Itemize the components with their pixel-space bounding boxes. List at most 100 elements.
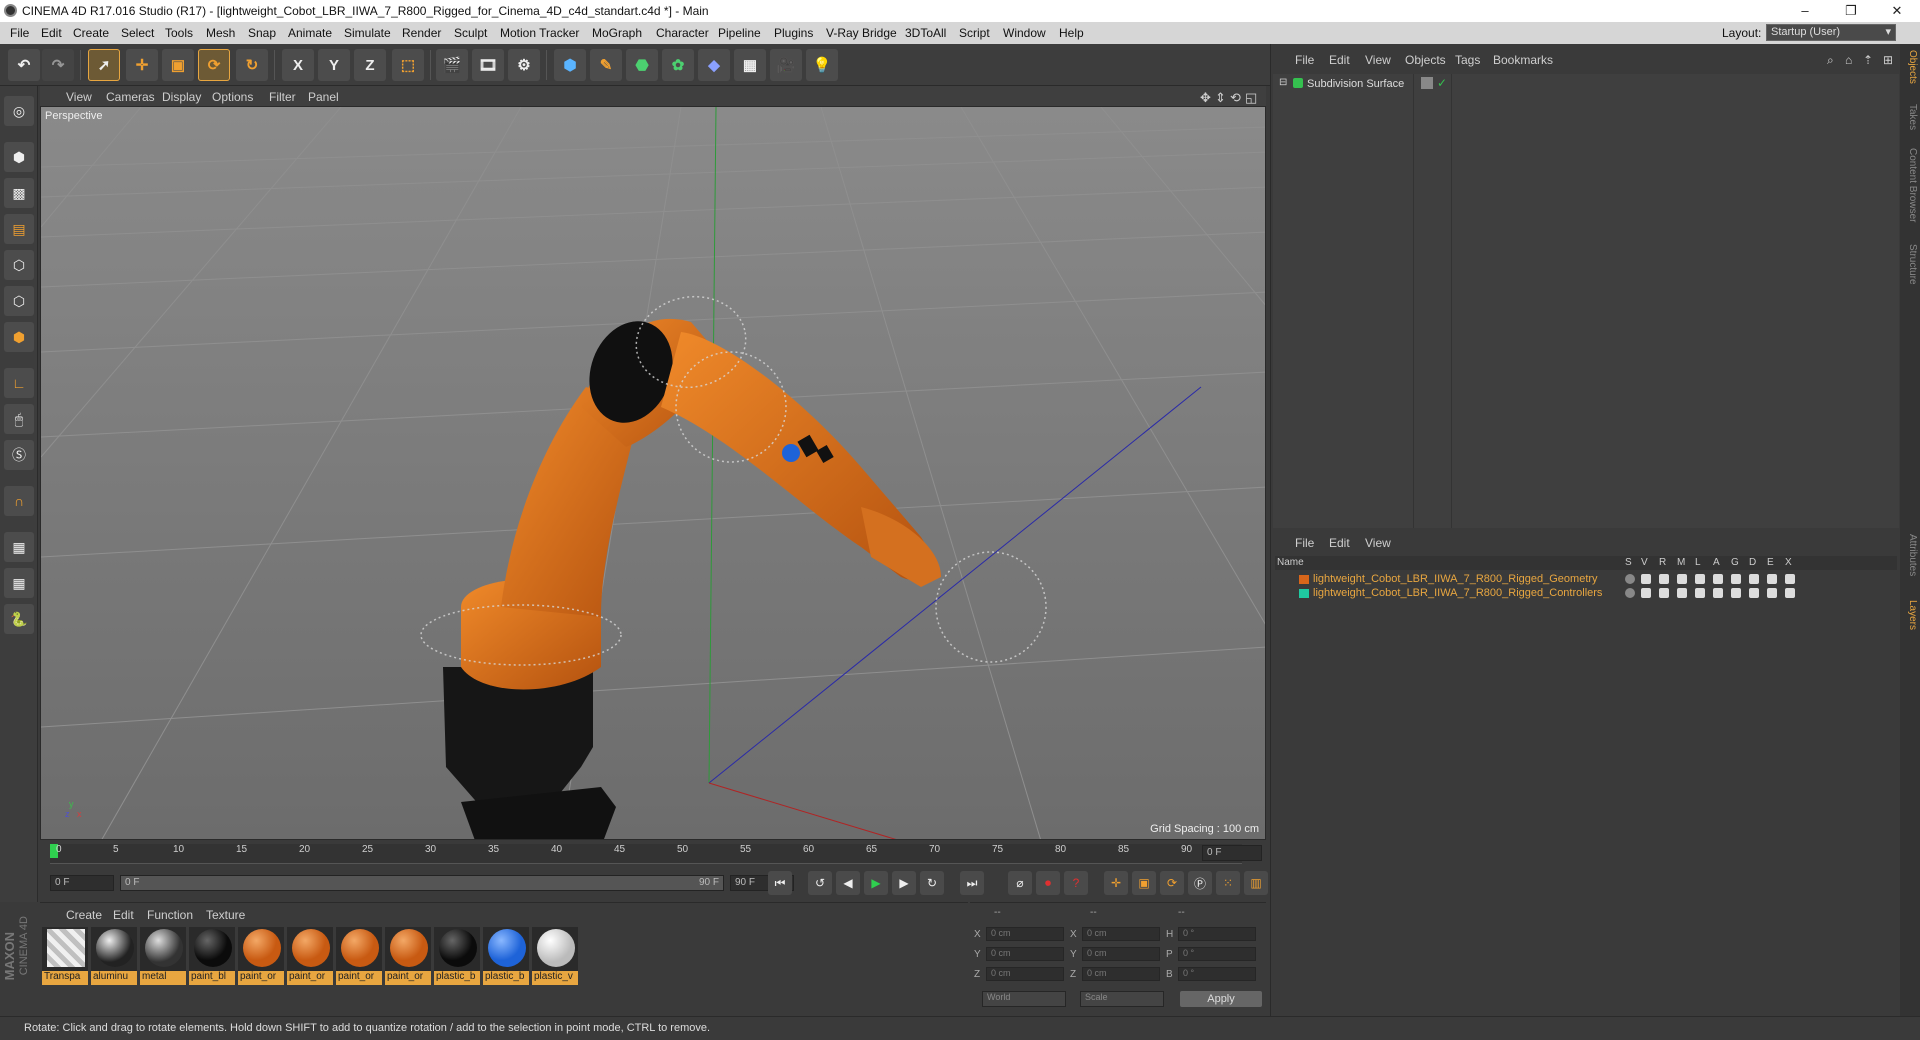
- coord-pos-z-field[interactable]: 0 cm: [986, 967, 1064, 981]
- viewport-menu-cameras[interactable]: Cameras: [106, 90, 155, 104]
- coord-pos-x-field[interactable]: 0 cm: [986, 927, 1064, 941]
- maximize-button[interactable]: ❐: [1828, 0, 1874, 22]
- material-menu-create[interactable]: Create: [66, 908, 102, 922]
- render-check-icon[interactable]: ✓: [1437, 76, 1447, 90]
- coord-size-z-field[interactable]: 0 cm: [1082, 967, 1160, 981]
- render-settings-button[interactable]: ⚙: [508, 49, 540, 81]
- timeline-scheme-button[interactable]: ▥: [1244, 871, 1268, 895]
- menu-tools[interactable]: Tools: [165, 26, 193, 40]
- key-scale-button[interactable]: ▣: [1132, 871, 1156, 895]
- column-x[interactable]: X: [1785, 557, 1792, 568]
- minimize-button[interactable]: –: [1782, 0, 1828, 22]
- coord-size-y-field[interactable]: 0 cm: [1082, 947, 1160, 961]
- viewport-menu-options[interactable]: Options: [212, 90, 253, 104]
- current-frame-field[interactable]: 0 F: [1202, 845, 1262, 861]
- generators-icon[interactable]: [1731, 574, 1741, 584]
- viewport-move-icon[interactable]: ✥: [1200, 90, 1211, 106]
- visible-icon[interactable]: [1641, 574, 1651, 584]
- viewport-perspective[interactable]: Perspective y x z Grid Spacing : 100 cm: [40, 106, 1266, 840]
- search-icon[interactable]: ⌕: [1827, 53, 1834, 68]
- viewport-rotate-icon[interactable]: ⟲: [1230, 90, 1241, 106]
- column-d[interactable]: D: [1749, 557, 1756, 568]
- texture-mode-button[interactable]: ▩: [4, 178, 34, 208]
- menu-motion-tracker[interactable]: Motion Tracker: [500, 26, 579, 40]
- animation-icon[interactable]: [1713, 588, 1723, 598]
- edit-check-icon[interactable]: [1421, 77, 1433, 89]
- object-menu-objects[interactable]: Objects: [1405, 53, 1446, 67]
- layer-menu-edit[interactable]: Edit: [1329, 536, 1350, 550]
- generators-icon[interactable]: [1731, 588, 1741, 598]
- object-menu-file[interactable]: File: [1295, 53, 1314, 67]
- object-menu-view[interactable]: View: [1365, 53, 1391, 67]
- expressions-icon[interactable]: [1767, 574, 1777, 584]
- y-axis-button[interactable]: Y: [318, 49, 350, 81]
- material-swatch[interactable]: paint_bl: [189, 927, 235, 985]
- column-m[interactable]: M: [1677, 557, 1685, 568]
- coord-size-mode-select[interactable]: Scale: [1080, 991, 1164, 1007]
- material-swatch[interactable]: paint_or: [336, 927, 382, 985]
- menu-file[interactable]: File: [10, 26, 29, 40]
- deformers-icon[interactable]: [1749, 588, 1759, 598]
- menu-create[interactable]: Create: [73, 26, 109, 40]
- animation-icon[interactable]: [1713, 574, 1723, 584]
- layer-row[interactable]: lightweight_Cobot_LBR_IIWA_7_R800_Rigged…: [1275, 586, 1897, 600]
- visible-icon[interactable]: [1641, 588, 1651, 598]
- solo-icon[interactable]: [1625, 588, 1635, 598]
- coord-rot-p-field[interactable]: 0 °: [1178, 947, 1256, 961]
- render-icon[interactable]: [1659, 574, 1669, 584]
- column-name[interactable]: Name: [1277, 557, 1304, 568]
- make-editable-button[interactable]: ◎: [4, 96, 34, 126]
- home-icon[interactable]: ⌂: [1845, 53, 1852, 67]
- scale-button[interactable]: ▣: [162, 49, 194, 81]
- object-menu-tags[interactable]: Tags: [1455, 53, 1480, 67]
- rotate-button[interactable]: ⟳: [198, 49, 230, 81]
- tab-layers[interactable]: Layers: [1902, 600, 1918, 630]
- python-button[interactable]: 🐍: [4, 604, 34, 634]
- key-rotation-button[interactable]: ⟳: [1160, 871, 1184, 895]
- material-swatch[interactable]: paint_or: [287, 927, 333, 985]
- column-v[interactable]: V: [1641, 557, 1648, 568]
- layout-select[interactable]: Startup (User) ▾: [1766, 24, 1896, 41]
- object-list[interactable]: ⊟ Subdivision Surface ✓: [1273, 74, 1899, 528]
- material-swatch[interactable]: metal: [140, 927, 186, 985]
- layer-name[interactable]: lightweight_Cobot_LBR_IIWA_7_R800_Rigged…: [1313, 587, 1602, 599]
- tab-content-browser[interactable]: Content Browser: [1902, 148, 1918, 222]
- column-l[interactable]: L: [1695, 557, 1701, 568]
- camera-button[interactable]: 🎥: [770, 49, 802, 81]
- model-mode-button[interactable]: ⬢: [4, 142, 34, 172]
- column-g[interactable]: G: [1731, 557, 1739, 568]
- array-button[interactable]: ✿: [662, 49, 694, 81]
- workplane-mode-button[interactable]: ▤: [4, 214, 34, 244]
- key-position-button[interactable]: ✛: [1104, 871, 1128, 895]
- light-button[interactable]: 💡: [806, 49, 838, 81]
- menu-snap[interactable]: Snap: [248, 26, 276, 40]
- coord-rot-b-field[interactable]: 0 °: [1178, 967, 1256, 981]
- viewport-menu-filter[interactable]: Filter: [269, 90, 296, 104]
- menu-window[interactable]: Window: [1003, 26, 1046, 40]
- z-axis-button[interactable]: Z: [354, 49, 386, 81]
- menu-mograph[interactable]: MoGraph: [592, 26, 642, 40]
- planar-workplane-button[interactable]: ▦: [4, 568, 34, 598]
- render-picture-viewer-button[interactable]: 🎞: [472, 49, 504, 81]
- start-frame-field[interactable]: 0 F: [50, 875, 114, 891]
- render-icon[interactable]: [1659, 588, 1669, 598]
- tweak-mode-button[interactable]: 🖱: [4, 404, 34, 434]
- menu-simulate[interactable]: Simulate: [344, 26, 391, 40]
- autokey-button[interactable]: ?: [1064, 871, 1088, 895]
- solo-icon[interactable]: [1625, 574, 1635, 584]
- preview-range-slider[interactable]: 0 F 90 F: [120, 875, 724, 891]
- menu-edit[interactable]: Edit: [41, 26, 62, 40]
- material-swatch[interactable]: Transpa: [42, 927, 88, 985]
- polygons-mode-button[interactable]: ⬢: [4, 322, 34, 352]
- deformers-icon[interactable]: [1749, 574, 1759, 584]
- material-menu-texture[interactable]: Texture: [206, 908, 245, 922]
- menu-pipeline[interactable]: Pipeline: [718, 26, 761, 40]
- layer-color-swatch[interactable]: [1299, 575, 1309, 584]
- record-keys-button[interactable]: ⌀: [1008, 871, 1032, 895]
- next-frame-button[interactable]: ▶: [892, 871, 916, 895]
- xref-icon[interactable]: [1785, 574, 1795, 584]
- up-icon[interactable]: ⇡: [1863, 53, 1873, 67]
- menu-character[interactable]: Character: [656, 26, 709, 40]
- go-to-start-button[interactable]: ⏮: [768, 871, 792, 895]
- key-parameter-button[interactable]: Ⓟ: [1188, 871, 1212, 895]
